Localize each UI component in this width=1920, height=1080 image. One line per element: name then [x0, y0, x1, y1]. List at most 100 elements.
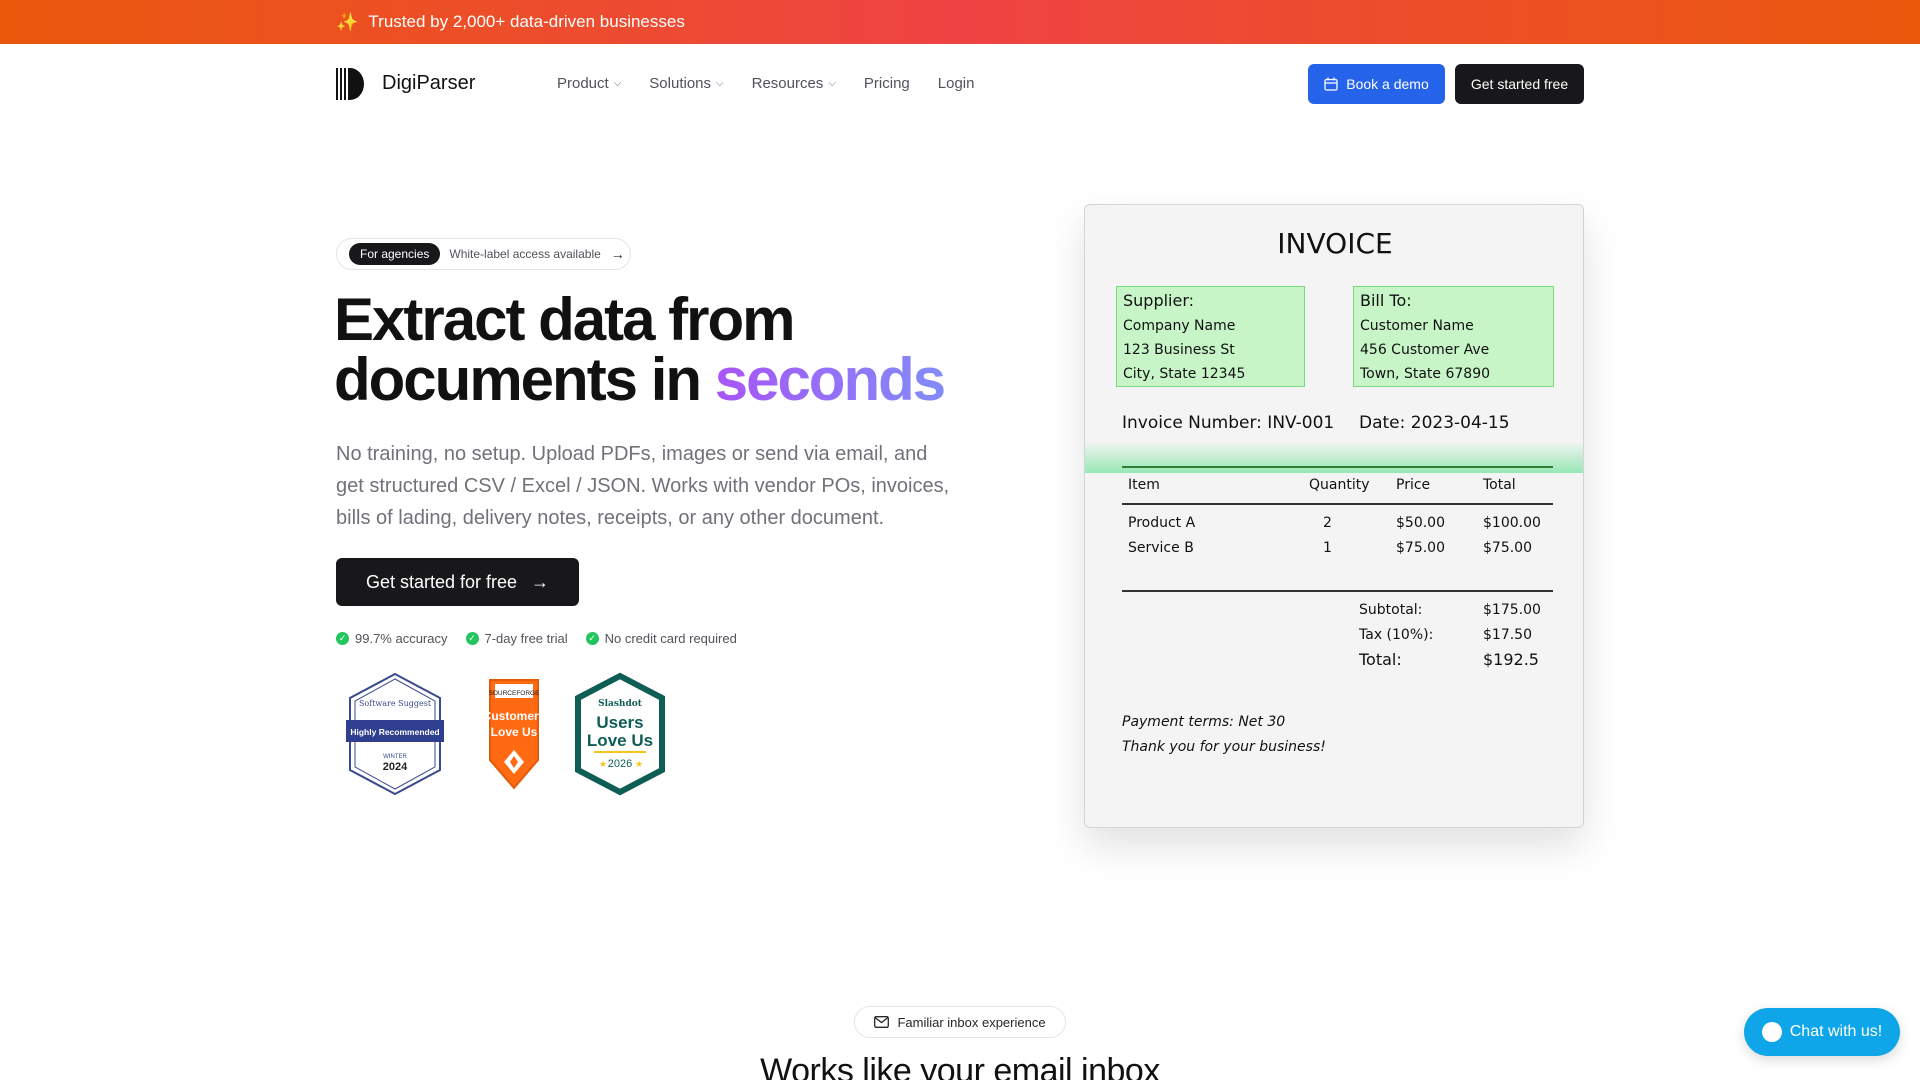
scan-highlight: [1085, 441, 1583, 473]
supplier-line: Company Name: [1123, 318, 1236, 334]
nav-pricing-label: Pricing: [863, 75, 910, 92]
bill-to-box: Bill To: Customer Name 456 Customer Ave …: [1353, 286, 1554, 387]
sd-line2: Love Us: [587, 731, 653, 750]
sf-line2: Love Us: [491, 725, 538, 739]
total-label: Total:: [1359, 650, 1402, 669]
brand-name[interactable]: DigiParser: [382, 72, 475, 95]
col-quantity: Quantity: [1309, 477, 1370, 493]
inbox-pill: Familiar inbox experience: [854, 1006, 1066, 1038]
chat-bubble-icon: [1761, 1022, 1782, 1042]
check-accuracy-label: 99.7% accuracy: [355, 631, 448, 646]
subtotal-label: Subtotal:: [1359, 602, 1423, 618]
table-top-rule: [1122, 466, 1553, 468]
pill-text: White-label access available: [449, 247, 601, 261]
main-menu: Product ⌵ Solutions ⌵ Resources ⌵ Pricin…: [557, 75, 1002, 92]
row-price: $50.00: [1396, 515, 1445, 531]
bill-to-line: 456 Customer Ave: [1360, 342, 1490, 358]
check-accuracy: ✓ 99.7% accuracy: [336, 631, 448, 646]
payment-terms: Payment terms: Net 30: [1122, 714, 1286, 730]
nav-login[interactable]: Login: [938, 75, 975, 92]
nav-product-label: Product: [557, 75, 609, 92]
check-circle-icon: ✓: [336, 632, 349, 645]
sparkles-icon: ✨: [336, 11, 359, 32]
digiparser-logo-icon[interactable]: [336, 68, 364, 100]
sd-line1: Users: [596, 713, 643, 732]
tax-label: Tax (10%):: [1359, 627, 1434, 643]
bill-to-line: Town, State 67890: [1360, 366, 1491, 382]
mail-icon: [874, 1016, 890, 1028]
banner-text: Trusted by 2,000+ data-driven businesses: [368, 12, 685, 31]
invoice-preview: INVOICE Supplier: Company Name 123 Busin…: [1084, 204, 1584, 828]
nav-pricing[interactable]: Pricing: [864, 75, 910, 92]
invoice-title: INVOICE: [1277, 227, 1393, 260]
bill-to-line: Customer Name: [1360, 318, 1474, 334]
slashdot-badge[interactable]: Slashdot Users Love Us ★ ★ 2026: [575, 672, 665, 796]
col-item: Item: [1128, 477, 1160, 493]
col-price: Price: [1396, 477, 1431, 493]
nav-resources-label: Resources: [751, 75, 824, 92]
ss-ribbon: Highly Recommended: [350, 727, 439, 737]
cta-label: Get started for free: [365, 571, 518, 592]
ss-season: WINTER: [383, 754, 407, 760]
row-qty: 2: [1323, 515, 1332, 531]
get-started-for-free-button[interactable]: Get started for free →: [336, 558, 579, 606]
check-trial-label: 7-day free trial: [484, 631, 568, 646]
agencies-tag: For agencies: [349, 243, 441, 265]
total-value: $192.5: [1483, 650, 1539, 669]
sd-brand: Slashdot: [598, 699, 643, 709]
row-price: $75.00: [1396, 540, 1445, 556]
get-started-free-button[interactable]: Get started free: [1455, 64, 1584, 104]
book-demo-button[interactable]: Book a demo: [1308, 64, 1445, 104]
supplier-heading: Supplier:: [1123, 291, 1195, 310]
arrow-right-icon: →: [610, 246, 625, 262]
nav-solutions-label: Solutions: [649, 75, 712, 92]
chevron-down-icon: ⌵: [716, 78, 724, 89]
sd-year: 2026: [608, 758, 632, 770]
thank-you-note: Thank you for your business!: [1122, 739, 1326, 755]
agencies-pill[interactable]: For agencies White-label access availabl…: [336, 238, 631, 270]
nav-solutions[interactable]: Solutions ⌵: [649, 75, 723, 92]
subtotal-value: $175.00: [1483, 602, 1541, 618]
inbox-pill-label: Familiar inbox experience: [897, 1014, 1046, 1030]
table-header-rule: [1122, 503, 1553, 505]
invoice-date: Date: 2023-04-15: [1359, 413, 1510, 433]
row-total: $75.00: [1483, 540, 1532, 556]
col-total: Total: [1483, 477, 1516, 493]
sf-line1: Customers: [483, 709, 546, 723]
invoice-number: Invoice Number: INV-001: [1122, 413, 1335, 433]
calendar-icon: [1324, 77, 1338, 91]
row-item: Product A: [1128, 515, 1196, 531]
section-title: Works like your email inbox: [760, 1052, 1160, 1080]
totals-rule: [1122, 590, 1553, 592]
chevron-down-icon: ⌵: [613, 78, 622, 89]
feature-checks: ✓ 99.7% accuracy ✓ 7-day free trial ✓ No…: [336, 631, 755, 646]
arrow-right-icon: →: [531, 571, 550, 592]
check-trial: ✓ 7-day free trial: [465, 631, 568, 646]
supplier-line: 123 Business St: [1123, 342, 1235, 358]
tax-value: $17.50: [1483, 627, 1532, 643]
supplier-line: City, State 12345: [1123, 366, 1246, 382]
sourceforge-badge[interactable]: SOURCEFORGE Customers Love Us: [483, 679, 546, 790]
star-icon: ★: [599, 759, 607, 769]
announcement-banner: ✨ Trusted by 2,000+ data-driven business…: [0, 0, 1920, 44]
chevron-down-icon: ⌵: [828, 78, 836, 89]
nav-resources[interactable]: Resources ⌵: [752, 75, 836, 92]
check-circle-icon: ✓: [585, 632, 599, 645]
top-nav: DigiParser Product ⌵ Solutions ⌵ Resourc…: [0, 44, 1920, 124]
nav-product[interactable]: Product ⌵: [557, 75, 621, 92]
ss-year: 2024: [383, 761, 408, 773]
book-demo-label: Book a demo: [1346, 76, 1429, 92]
hero-subtext: No training, no setup. Upload PDFs, imag…: [336, 443, 950, 529]
award-badges: Software Suggest Highly Recommended WINT…: [346, 672, 665, 796]
row-item: Service B: [1128, 540, 1194, 556]
headline-accent: seconds: [714, 346, 946, 413]
chat-widget-button[interactable]: Chat with us!: [1744, 1008, 1900, 1056]
check-no-card-label: No credit card required: [604, 631, 737, 646]
headline-line-2: documents in: [334, 346, 715, 413]
row-total: $100.00: [1483, 515, 1541, 531]
software-suggest-badge[interactable]: Software Suggest Highly Recommended WINT…: [346, 672, 444, 796]
sf-brand: SOURCEFORGE: [489, 690, 541, 697]
row-qty: 1: [1323, 540, 1332, 556]
check-no-card: ✓ No credit card required: [585, 631, 737, 646]
chat-label: Chat with us!: [1789, 1023, 1883, 1040]
